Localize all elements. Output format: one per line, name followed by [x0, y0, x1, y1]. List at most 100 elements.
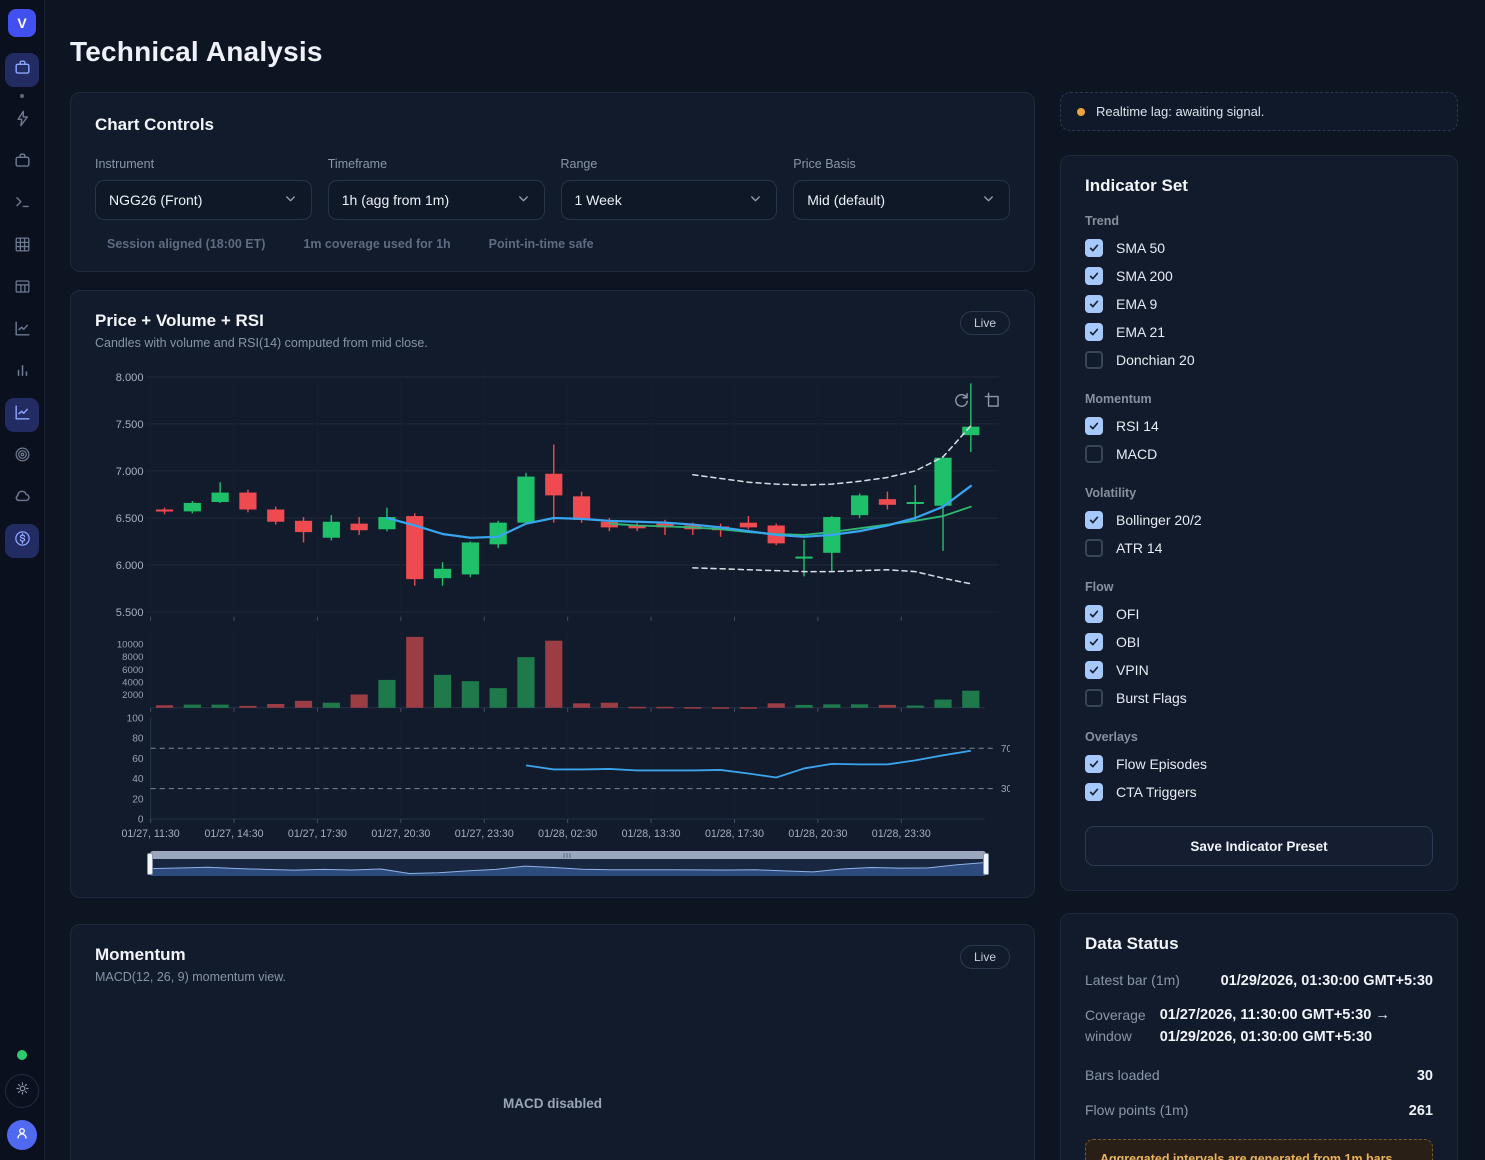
volume-bar	[545, 641, 562, 708]
indicator-group-label-volatility: Volatility	[1085, 486, 1433, 500]
flow-points-value: 261	[1409, 1103, 1433, 1119]
indicator-label: RSI 14	[1116, 418, 1159, 434]
svg-text:01/27, 11:30: 01/27, 11:30	[122, 828, 180, 840]
checkbox-checked-icon[interactable]	[1085, 239, 1103, 257]
indicator-checkbox-sma-50[interactable]: SMA 50	[1085, 234, 1433, 262]
candle	[851, 494, 868, 518]
indicator-checkbox-atr-14[interactable]: ATR 14	[1085, 534, 1433, 562]
indicator-label: OBI	[1116, 634, 1140, 650]
indicator-checkbox-obi[interactable]: OBI	[1085, 628, 1433, 656]
volume-bar	[295, 701, 312, 708]
indicator-checkbox-sma-200[interactable]: SMA 200	[1085, 262, 1433, 290]
candle	[823, 516, 840, 572]
sidebar-item-signals[interactable]	[5, 104, 39, 138]
right-column: Realtime lag: awaiting signal. Indicator…	[1060, 92, 1458, 1160]
checkbox-checked-icon[interactable]	[1085, 323, 1103, 341]
checkbox-unchecked-icon[interactable]	[1085, 445, 1103, 463]
volume-bar	[740, 707, 757, 709]
instrument-select[interactable]: NGG26 (Front)	[95, 180, 312, 220]
volume-bar	[517, 657, 534, 708]
indicator-label: EMA 21	[1116, 324, 1165, 340]
indicator-checkbox-ema-9[interactable]: EMA 9	[1085, 290, 1433, 318]
svg-text:80: 80	[132, 734, 144, 745]
chart-navigator[interactable]	[150, 851, 986, 877]
user-avatar[interactable]	[7, 1120, 37, 1150]
chevron-down-icon	[981, 191, 996, 209]
indicator-checkbox-cta-triggers[interactable]: CTA Triggers	[1085, 778, 1433, 806]
sidebar-item-bar-chart[interactable]	[5, 356, 39, 390]
volume-bar	[879, 705, 896, 708]
checkbox-checked-icon[interactable]	[1085, 295, 1103, 313]
svg-text:01/27, 14:30: 01/27, 14:30	[205, 828, 264, 840]
timeframe-select[interactable]: 1h (agg from 1m)	[328, 180, 545, 220]
navigator-handle-left[interactable]	[147, 853, 153, 875]
sidebar-item-workspace[interactable]	[5, 53, 39, 87]
svg-text:7.000: 7.000	[116, 466, 144, 478]
sidebar-item-line-chart[interactable]	[5, 314, 39, 348]
indicator-checkbox-flow-episodes[interactable]: Flow Episodes	[1085, 750, 1433, 778]
svg-text:10000: 10000	[117, 640, 144, 651]
latest-bar-row: Latest bar (1m) 01/29/2026, 01:30:00 GMT…	[1085, 972, 1433, 989]
chart-controls-panel: Chart Controls Instrument NGG26 (Front) …	[70, 92, 1035, 272]
checkbox-checked-icon[interactable]	[1085, 633, 1103, 651]
field-price-basis: Price Basis Mid (default)	[793, 157, 1010, 220]
range-select[interactable]: 1 Week	[561, 180, 778, 220]
bars-loaded-value: 30	[1417, 1068, 1433, 1084]
controls-status-row: Session aligned (18:00 ET) 1m coverage u…	[95, 237, 1010, 251]
indicator-checkbox-ofi[interactable]: OFI	[1085, 600, 1433, 628]
volume-bar	[490, 688, 507, 708]
indicator-checkbox-burst-flags[interactable]: Burst Flags	[1085, 684, 1433, 712]
navigator-track[interactable]	[150, 851, 986, 859]
indicator-set-title: Indicator Set	[1085, 176, 1433, 196]
sidebar-item-grid[interactable]	[5, 230, 39, 264]
checkbox-unchecked-icon[interactable]	[1085, 539, 1103, 557]
checkbox-unchecked-icon[interactable]	[1085, 351, 1103, 369]
navigator-handle-right[interactable]	[983, 853, 989, 875]
sidebar-item-target[interactable]	[5, 440, 39, 474]
indicator-checkbox-bollinger-20-2[interactable]: Bollinger 20/2	[1085, 506, 1433, 534]
checkbox-checked-icon[interactable]	[1085, 605, 1103, 623]
volume-bar	[934, 700, 951, 708]
checkbox-checked-icon[interactable]	[1085, 783, 1103, 801]
checkbox-checked-icon[interactable]	[1085, 511, 1103, 529]
svg-text:100: 100	[127, 713, 144, 724]
reset-zoom-icon[interactable]	[952, 391, 971, 415]
candle	[212, 482, 229, 503]
indicator-checkbox-vpin[interactable]: VPIN	[1085, 656, 1433, 684]
volume-bar	[907, 706, 924, 708]
sidebar-item-cloud[interactable]	[5, 482, 39, 516]
status-dot	[20, 94, 24, 98]
checkbox-checked-icon[interactable]	[1085, 267, 1103, 285]
indicator-label: SMA 200	[1116, 268, 1173, 284]
checkbox-checked-icon[interactable]	[1085, 417, 1103, 435]
svg-text:01/28, 02:30: 01/28, 02:30	[538, 828, 597, 840]
checkbox-unchecked-icon[interactable]	[1085, 689, 1103, 707]
sidebar-item-table[interactable]	[5, 272, 39, 306]
indicator-checkbox-macd[interactable]: MACD	[1085, 440, 1433, 468]
sidebar-item-portfolio[interactable]	[5, 146, 39, 180]
indicator-checkbox-ema-21[interactable]: EMA 21	[1085, 318, 1433, 346]
navigator-grip[interactable]	[564, 853, 573, 858]
svg-text:6000: 6000	[122, 665, 143, 676]
settings-button[interactable]	[5, 1074, 39, 1108]
price-basis-select[interactable]: Mid (default)	[793, 180, 1010, 220]
select-value: NGG26 (Front)	[109, 192, 202, 208]
svg-text:30: 30	[1001, 784, 1010, 795]
sidebar-item-terminal[interactable]	[5, 188, 39, 222]
volume-bar	[156, 705, 173, 708]
latest-bar-value: 01/29/2026, 01:30:00 GMT+5:30	[1221, 973, 1433, 989]
briefcase-icon	[13, 151, 32, 175]
selection-zoom-icon[interactable]	[983, 391, 1002, 415]
sidebar-item-technical-analysis[interactable]	[5, 398, 39, 432]
table-icon	[13, 277, 32, 301]
checkbox-checked-icon[interactable]	[1085, 661, 1103, 679]
checkbox-checked-icon[interactable]	[1085, 755, 1103, 773]
indicator-checkbox-donchian-20[interactable]: Donchian 20	[1085, 346, 1433, 374]
indicator-checkbox-rsi-14[interactable]: RSI 14	[1085, 412, 1433, 440]
save-indicator-preset-button[interactable]: Save Indicator Preset	[1085, 826, 1433, 866]
sidebar-item-pricing[interactable]	[5, 524, 39, 558]
chevron-down-icon	[516, 191, 531, 209]
momentum-panel-header: Momentum MACD(12, 26, 9) momentum view. …	[95, 945, 1010, 984]
person-icon	[14, 1125, 30, 1146]
app-logo[interactable]: V	[8, 9, 36, 37]
